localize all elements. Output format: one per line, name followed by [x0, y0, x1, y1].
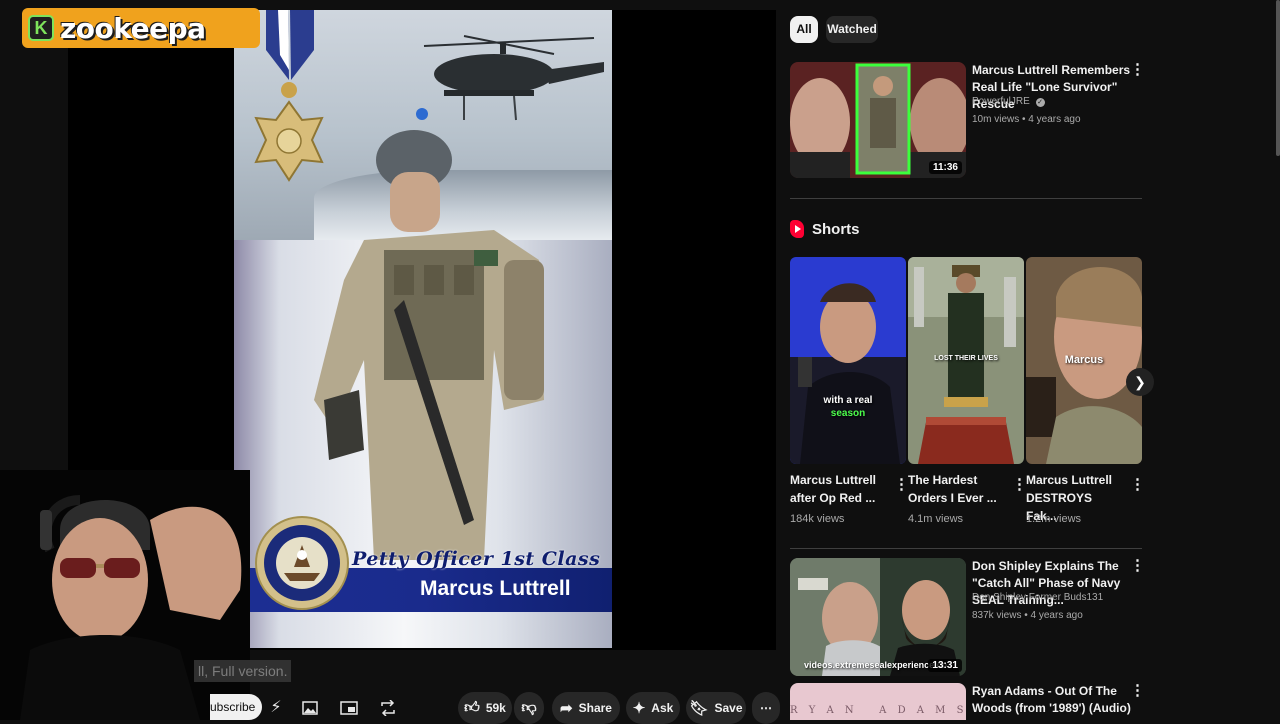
video-meta: 10m views • 4 years ago	[972, 114, 1081, 125]
short-menu-icon[interactable]: ⋮	[1130, 477, 1145, 493]
shorts-section-header: Shorts	[790, 218, 860, 240]
filter-chip-all[interactable]: All	[790, 16, 818, 43]
ask-label: Ask	[651, 701, 674, 715]
loop-icon[interactable]	[376, 697, 400, 719]
section-divider	[790, 198, 1142, 199]
streamer-image	[0, 470, 250, 720]
section-divider	[790, 548, 1142, 549]
video-menu-icon[interactable]: ⋮	[1130, 62, 1145, 82]
short-title[interactable]: The Hardest Orders I Ever ...	[908, 471, 1004, 507]
subscribe-button[interactable]: ubscribe	[210, 694, 262, 720]
share-icon: ➦	[560, 700, 573, 717]
bookmark-icon: 🔖︎	[689, 700, 709, 717]
video-title[interactable]: Ryan Adams - Out Of The Woods (from '198…	[972, 683, 1132, 717]
short-views: 1.2m views	[1026, 513, 1082, 525]
caption-fragment: ll, Full version.	[194, 660, 292, 682]
short-overlay-text: Marcus	[1064, 354, 1104, 366]
short-thumbnail[interactable]: LOST THEIR LIVES	[908, 257, 1024, 464]
soldier-image	[314, 108, 544, 560]
video-menu-icon[interactable]: ⋮	[1130, 558, 1145, 578]
more-horizontal-icon: ⋯	[760, 701, 772, 715]
related-video-item[interactable]: 11:36 Marcus Luttrell Remembers Real Lif…	[790, 62, 1145, 182]
video-thumbnail[interactable]: videos.extremesealexperience.co 13:31	[790, 558, 966, 676]
like-count: 59k	[485, 701, 506, 715]
shorts-title: Shorts	[812, 220, 860, 238]
video-thumbnail[interactable]: 11:36	[790, 62, 966, 178]
short-overlay-text: LOST THEIR LIVES	[934, 355, 998, 362]
logo-text: zookeepa	[60, 11, 206, 45]
share-label: Share	[578, 701, 612, 715]
logo-k-badge: K	[28, 15, 54, 41]
poster-rank-text: Petty Officer 1st Class	[352, 548, 601, 570]
short-overlay-text: with a real	[823, 395, 873, 406]
dislike-button[interactable]: 👎︎	[514, 692, 544, 724]
related-video-item[interactable]: R Y A N A D A M S Ryan Adams - Out Of Th…	[790, 683, 1145, 720]
department-of-navy-seal-image	[255, 516, 349, 610]
video-meta: 837k views • 4 years ago	[972, 610, 1083, 621]
channel-name[interactable]: Don Shipley Former Buds131	[972, 592, 1103, 603]
webcam-overlay	[0, 470, 250, 720]
short-thumbnail[interactable]: with a real season	[790, 257, 906, 464]
video-thumbnail[interactable]: R Y A N A D A M S	[790, 683, 966, 720]
video-frame-poster: Petty Officer 1st Class Marcus Luttrell	[234, 10, 612, 648]
short-overlay-text: season	[830, 408, 866, 419]
shorts-next-arrow-icon[interactable]: ❯	[1126, 368, 1154, 396]
short-title[interactable]: Marcus Luttrell after Op Red ...	[790, 471, 886, 507]
video-channel[interactable]: PowerfulJRE ✓	[972, 96, 1045, 107]
related-video-item[interactable]: videos.extremesealexperience.co 13:31 Do…	[790, 558, 1145, 678]
miniplayer-icon[interactable]	[337, 697, 361, 719]
channel-name: PowerfulJRE	[972, 96, 1030, 107]
thumbs-down-icon: 👎︎	[521, 699, 537, 716]
ask-button[interactable]: ✦ Ask	[626, 692, 680, 724]
short-thumbnail-image	[790, 257, 906, 464]
thumbs-up-icon: 👍︎	[464, 699, 480, 716]
short-thumbnail[interactable]: Marcus	[1026, 257, 1142, 464]
zookeepa-logo: K zookeepa	[22, 8, 260, 48]
video-menu-icon[interactable]: ⋮	[1130, 683, 1145, 703]
short-menu-icon[interactable]: ⋮	[1012, 477, 1027, 493]
image-icon[interactable]	[298, 697, 322, 719]
like-button[interactable]: 👍︎ 59k	[458, 692, 512, 724]
video-duration: 11:36	[928, 161, 962, 174]
save-button[interactable]: 🔖︎ Save	[686, 692, 746, 724]
video-duration: 13:31	[928, 659, 962, 672]
save-label: Save	[714, 701, 743, 715]
short-views: 184k views	[790, 513, 845, 525]
sparkle-icon: ✦	[632, 700, 646, 717]
thumbnail-text: R Y A N A D A M S	[790, 705, 966, 716]
lightning-icon[interactable]: ⚡︎	[264, 697, 288, 719]
poster-name-text: Marcus Luttrell	[420, 577, 571, 600]
shorts-logo-icon	[790, 220, 804, 238]
short-views: 4.1m views	[908, 513, 964, 525]
filter-chip-watched[interactable]: Watched	[826, 16, 878, 43]
short-menu-icon[interactable]: ⋮	[894, 477, 909, 493]
page-scrollbar[interactable]	[1276, 0, 1280, 156]
more-actions-button[interactable]: ⋯	[752, 692, 780, 724]
share-button[interactable]: ➦ Share	[552, 692, 620, 724]
verified-icon: ✓	[1035, 98, 1045, 107]
thumbnail-watermark: videos.extremesealexperience.co	[804, 660, 948, 670]
